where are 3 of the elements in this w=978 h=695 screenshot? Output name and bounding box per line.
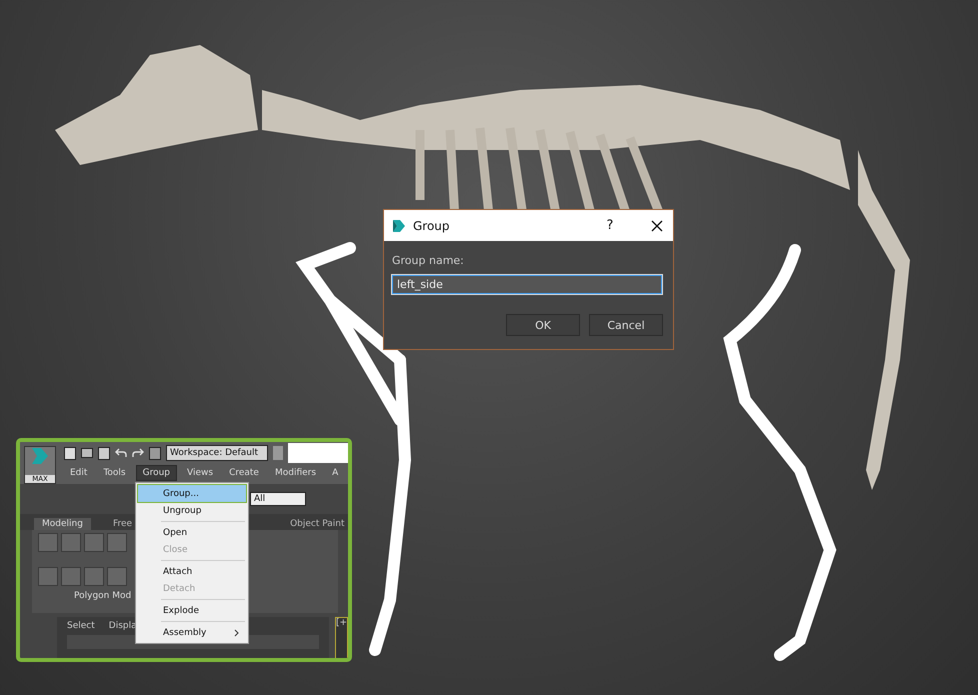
- ribbon-panel-label: Polygon Mod: [74, 591, 132, 601]
- dialog-title: Group: [413, 218, 451, 232]
- field-label: Group name:: [392, 254, 465, 267]
